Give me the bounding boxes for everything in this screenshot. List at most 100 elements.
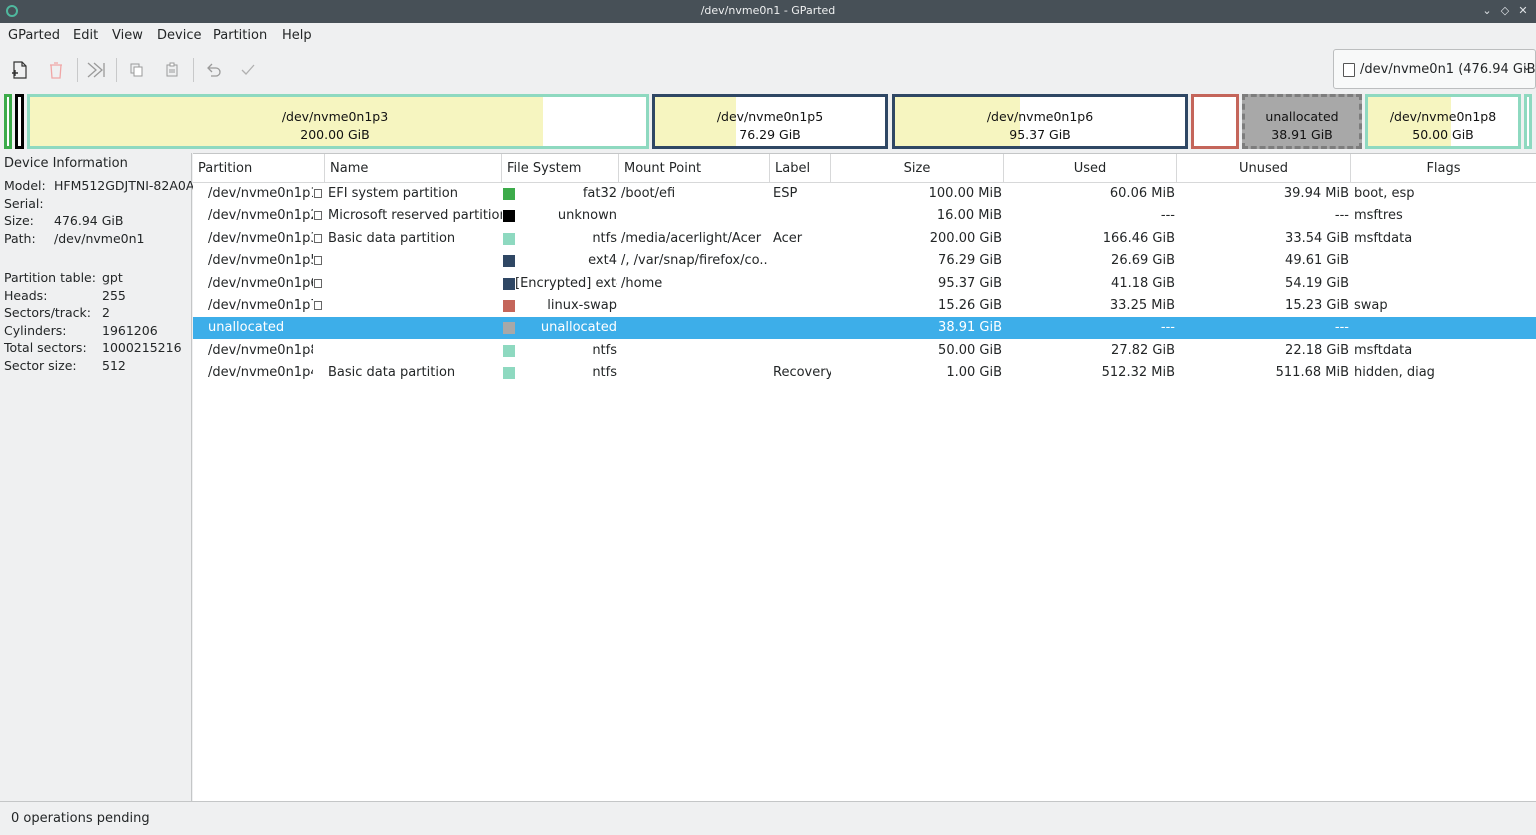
info-cylinders-value: 1961206 <box>102 323 158 338</box>
segment-name: /dev/nvme0n1p5 <box>716 109 824 124</box>
cell-flags: swap <box>1354 298 1388 313</box>
device-selector-label: /dev/nvme0n1 (476.94 GiB) <box>1360 62 1536 77</box>
disk-segment-p8[interactable]: /dev/nvme0n1p8 50.00 GiB <box>1365 94 1521 149</box>
minimize-icon[interactable]: ⌄ <box>1479 3 1495 19</box>
cell-partition: /dev/nvme0n1p3 <box>208 230 313 246</box>
cell-used: 512.32 MiB <box>1101 365 1175 381</box>
device-info-panel: Device Information Model: HFM512GDJTNI-8… <box>0 153 194 801</box>
cell-file-system: ntfs <box>592 365 617 381</box>
disk-segment-unallocated[interactable]: unallocated 38.91 GiB <box>1242 94 1362 149</box>
column-header-partition[interactable]: Partition <box>193 154 325 183</box>
cell-size: 15.26 GiB <box>938 298 1002 313</box>
table-row[interactable]: /dev/nvme0n1p2 Microsoft reserved partiti… <box>193 205 1536 227</box>
new-partition-button[interactable] <box>7 57 33 83</box>
close-icon[interactable]: ✕ <box>1515 3 1531 19</box>
cell-name: Basic data partition <box>328 365 456 381</box>
cell-label: ESP <box>773 186 798 201</box>
column-header-used[interactable]: Used <box>1004 154 1177 183</box>
disk-segment-p5[interactable]: /dev/nvme0n1p5 76.29 GiB <box>652 94 888 149</box>
table-row[interactable]: /dev/nvme0n1p1 EFI system partition fat32 /… <box>193 183 1536 205</box>
table-row[interactable]: /dev/nvme0n1p6 [Encrypted] ext4/home 95.37… <box>193 273 1536 295</box>
disk-segment-p7[interactable] <box>1191 94 1239 149</box>
column-header-file-system[interactable]: File System <box>502 154 619 183</box>
cell-size: 50.00 GiB <box>938 342 1002 358</box>
disk-segment-p6[interactable]: /dev/nvme0n1p6 95.37 GiB <box>892 94 1188 149</box>
filesystem-color-swatch <box>503 232 515 245</box>
info-partition-table-value: gpt <box>102 270 123 285</box>
info-partition-table-key: Partition table: <box>4 270 96 285</box>
segment-size: 38.91 GiB <box>1271 127 1333 142</box>
disk-segment-p2[interactable] <box>15 94 24 149</box>
cell-mount-point: /boot/efi <box>621 186 676 201</box>
info-total-sectors-key: Total sectors: <box>4 340 87 355</box>
operations-pending-status: 0 operations pending <box>11 811 150 826</box>
info-heads-value: 255 <box>102 288 126 303</box>
segment-name: /dev/nvme0n1p8 <box>1389 109 1497 124</box>
table-row[interactable]: /dev/nvme0n1p7 linux-swap 15.26 GiB 33.25 M… <box>193 295 1536 317</box>
cell-file-system: ntfs <box>592 342 617 358</box>
maximize-icon[interactable]: ◇ <box>1497 3 1513 19</box>
resize-move-button[interactable] <box>83 57 109 83</box>
cell-file-system: linux-swap <box>547 298 617 313</box>
menu-partition[interactable]: Partition <box>213 28 267 43</box>
chevron-down-icon: ⌄ <box>1522 62 1531 73</box>
cell-used: --- <box>1160 208 1175 224</box>
undo-button[interactable] <box>200 57 226 83</box>
cell-partition: /dev/nvme0n1p7 <box>208 298 313 313</box>
device-selector[interactable]: /dev/nvme0n1 (476.94 GiB) ⌄ <box>1333 49 1536 89</box>
cell-size: 100.00 MiB <box>928 186 1002 201</box>
menu-bar: GParted Edit View Device Partition Help <box>0 23 1536 49</box>
segment-name: unallocated <box>1265 109 1339 124</box>
disk-segment-p4[interactable] <box>1524 94 1532 149</box>
menu-gparted[interactable]: GParted <box>8 28 60 43</box>
cell-partition: /dev/nvme0n1p5 <box>208 253 313 269</box>
cell-unused: 49.61 GiB <box>1285 253 1349 269</box>
menu-edit[interactable]: Edit <box>73 28 98 43</box>
info-sector-size-value: 512 <box>102 358 126 373</box>
apply-button[interactable] <box>235 57 261 83</box>
cell-used: 26.69 GiB <box>1111 253 1175 269</box>
status-bar: 0 operations pending <box>0 801 1536 835</box>
cell-file-system: ext4 <box>588 253 617 269</box>
cell-size: 38.91 GiB <box>938 320 1002 336</box>
disk-segment-p1[interactable] <box>4 94 12 149</box>
table-row[interactable]: /dev/nvme0n1p3 Basic data partition ntfs/m… <box>193 228 1536 250</box>
cell-partition: /dev/nvme0n1p4 <box>208 365 313 381</box>
cell-partition: /dev/nvme0n1p2 <box>208 208 313 224</box>
info-path-value: /dev/nvme0n1 <box>54 231 145 246</box>
table-row[interactable]: /dev/nvme0n1p5 ext4/, /var/snap/firefox/c… <box>193 250 1536 272</box>
table-row[interactable]: /dev/nvme0n1p4 Basic data partition ntfs Re… <box>193 362 1536 384</box>
segment-size: 200.00 GiB <box>300 127 370 142</box>
column-header-name[interactable]: Name <box>325 154 502 183</box>
undo-icon <box>207 63 221 77</box>
cell-name: Microsoft reserved partition <box>328 208 502 224</box>
cell-flags: msftdata <box>1354 230 1413 246</box>
cell-name: EFI system partition <box>328 186 458 201</box>
disk-map: /dev/nvme0n1p3 200.00 GiB /dev/nvme0n1p5 7… <box>0 90 1536 152</box>
column-header-mount-point[interactable]: Mount Point <box>619 154 770 183</box>
column-header-unused[interactable]: Unused <box>1177 154 1351 183</box>
menu-device[interactable]: Device <box>157 28 201 43</box>
table-row[interactable]: unallocated unallocated 38.91 GiB --- --- <box>193 317 1536 340</box>
segment-name: /dev/nvme0n1p3 <box>281 109 389 124</box>
title-bar: /dev/nvme0n1 - GParted ⌄ ◇ ✕ <box>0 0 1536 23</box>
cell-unused: 33.54 GiB <box>1285 230 1349 246</box>
checkmark-icon <box>241 64 255 75</box>
paste-icon <box>166 62 178 77</box>
column-header-label[interactable]: Label <box>770 154 831 183</box>
cell-file-system: ntfs <box>592 230 617 246</box>
cell-size: 200.00 GiB <box>929 230 1002 246</box>
copy-button[interactable] <box>123 57 149 83</box>
info-serial-key: Serial: <box>4 196 44 211</box>
menu-view[interactable]: View <box>112 28 143 43</box>
column-header-flags[interactable]: Flags <box>1351 154 1536 183</box>
cell-flags: msftres <box>1354 208 1403 224</box>
cell-size: 16.00 MiB <box>936 208 1002 224</box>
menu-help[interactable]: Help <box>282 28 312 43</box>
table-row[interactable]: /dev/nvme0n1p8 ntfs 50.00 GiB 27.82 GiB 22.1… <box>193 340 1536 362</box>
delete-partition-button[interactable] <box>43 57 69 83</box>
paste-button[interactable] <box>159 57 185 83</box>
lock-icon <box>314 278 322 288</box>
column-header-size[interactable]: Size <box>831 154 1004 183</box>
disk-segment-p3[interactable]: /dev/nvme0n1p3 200.00 GiB <box>27 94 649 149</box>
